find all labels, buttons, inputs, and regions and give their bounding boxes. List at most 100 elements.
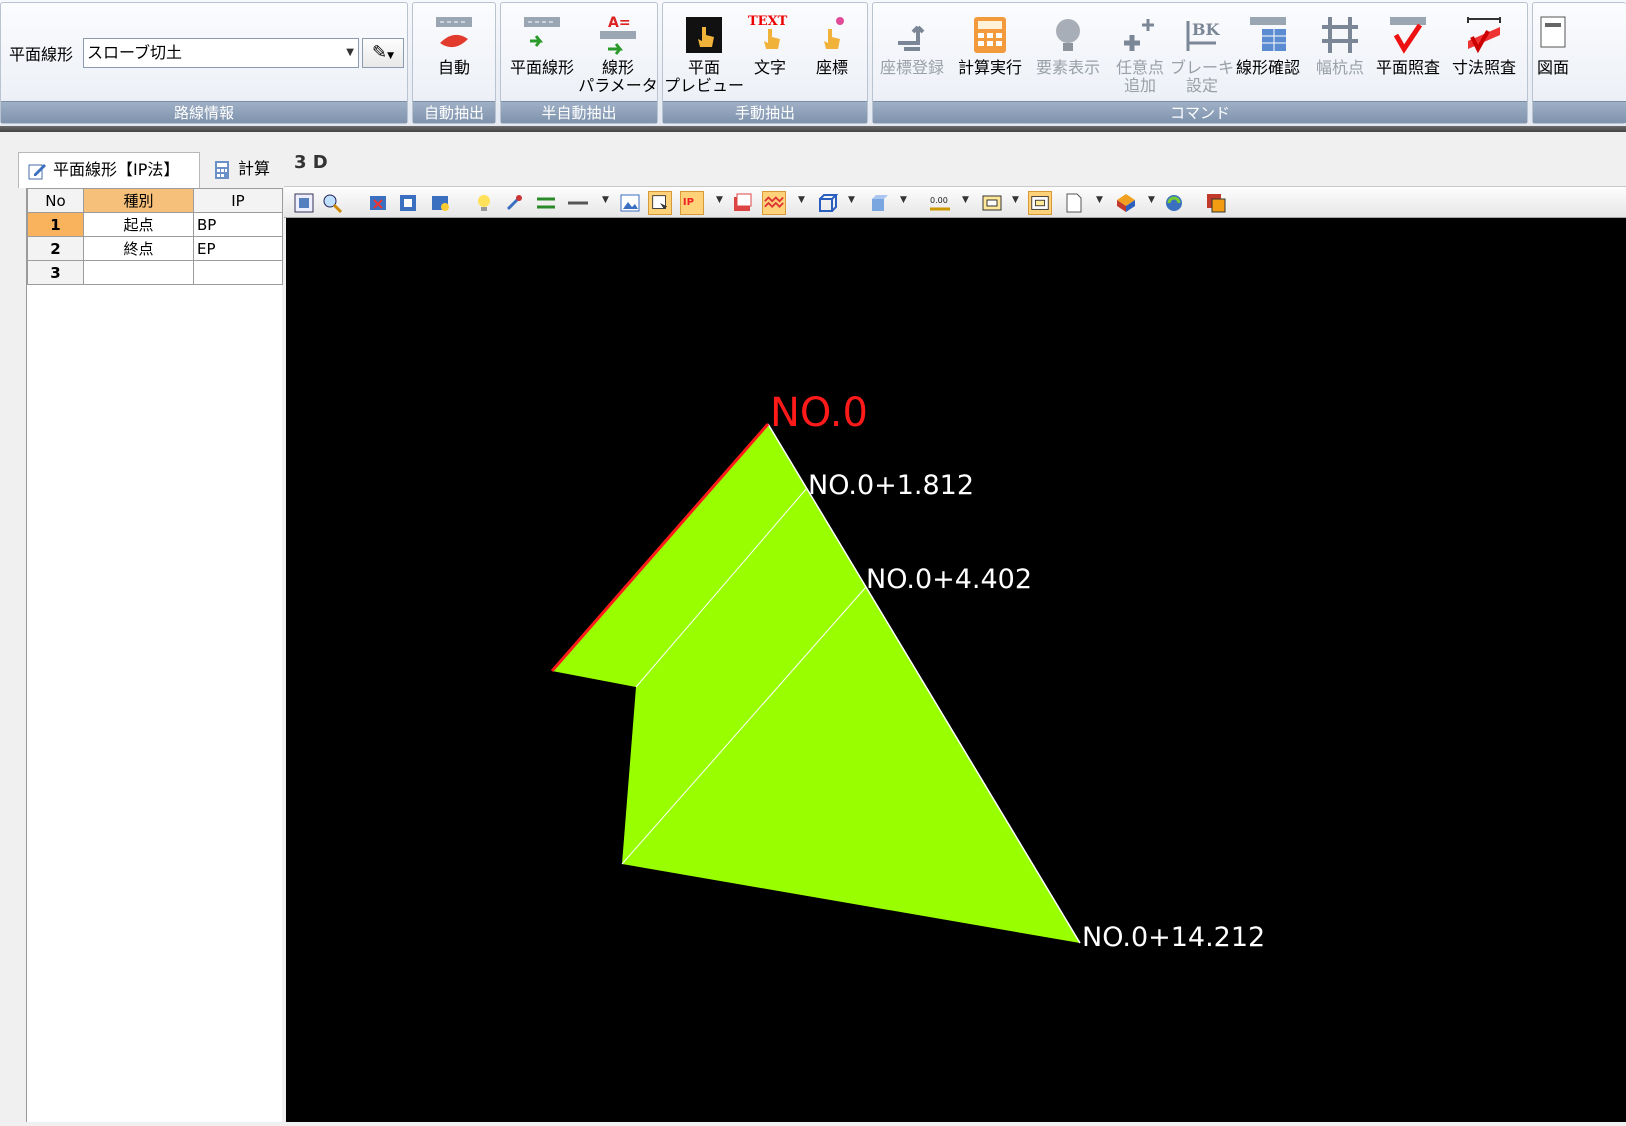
route-select[interactable]: スローブ切土 ▼ xyxy=(83,38,359,68)
row-no[interactable]: 2 xyxy=(27,236,84,261)
alignment-check-button[interactable]: 線形確認 xyxy=(1233,7,1303,99)
column-header-kind[interactable]: 種別 xyxy=(83,188,194,213)
plan-preview-button[interactable]: 平面 プレビュー xyxy=(664,7,744,99)
break-icon-label: BK xyxy=(1192,20,1221,39)
export-icon[interactable] xyxy=(1204,191,1228,215)
group-label: コマンド xyxy=(873,101,1527,123)
plan-check-button[interactable]: 平面照査 xyxy=(1373,7,1443,99)
text-button[interactable]: TEXT 文字 xyxy=(735,7,805,99)
row-kind[interactable]: 起点 xyxy=(83,212,194,237)
calculator-icon xyxy=(974,17,1006,53)
slope-surface xyxy=(552,424,1080,943)
render-icon[interactable] xyxy=(1114,191,1138,215)
pencil-icon: ✎ xyxy=(371,42,388,63)
edit-pen-button[interactable]: ✎▼ xyxy=(362,38,404,68)
ip-table: No 種別 IP 1 起点 BP 2 終点 EP 3 xyxy=(27,188,283,285)
layer-view-icon[interactable] xyxy=(648,191,672,215)
chevron-down-icon[interactable]: ▼ xyxy=(716,195,723,205)
break-icon: BK xyxy=(1186,20,1221,51)
wave-icon[interactable] xyxy=(762,191,786,215)
drawing-icon xyxy=(1540,16,1566,48)
line-style-icon[interactable] xyxy=(566,191,590,215)
chevron-down-icon[interactable]: ▼ xyxy=(602,195,609,205)
plan-alignment-label: 平面線形 xyxy=(509,58,574,77)
frame-icon[interactable] xyxy=(980,191,1004,215)
measure-icon[interactable]: 0.00 xyxy=(928,191,952,215)
column-header-ip[interactable]: IP xyxy=(193,188,283,213)
slope-surface-drawing: NO.0 NO.0+1.812 NO.0+4.402 NO.0+14.212 xyxy=(550,390,1265,953)
lightbulb-icon[interactable] xyxy=(472,191,496,215)
chevron-down-icon[interactable]: ▼ xyxy=(798,195,805,205)
cube-icon[interactable] xyxy=(814,191,839,215)
document-icon[interactable] xyxy=(1062,191,1086,215)
tab-plan-ip[interactable]: 平面線形【IP法】 xyxy=(18,152,200,188)
group-label: 手動抽出 xyxy=(663,101,867,123)
chevron-down-icon[interactable]: ▼ xyxy=(962,195,969,205)
station-label: NO.0+14.212 xyxy=(1082,922,1265,953)
auto-button[interactable]: 自動 xyxy=(419,7,489,99)
chevron-down-icon[interactable]: ▼ xyxy=(1096,195,1103,205)
window-icon[interactable] xyxy=(396,191,420,215)
row-ip[interactable]: EP xyxy=(193,236,283,261)
ribbon-divider xyxy=(0,126,1626,132)
row-ip[interactable] xyxy=(193,260,283,285)
ip-display-icon[interactable]: IP xyxy=(680,191,704,215)
svg-text:A=: A= xyxy=(608,15,631,31)
select-icon[interactable] xyxy=(428,191,452,215)
align-icon[interactable] xyxy=(534,191,558,215)
table-row[interactable]: 3 xyxy=(27,260,283,285)
alignment-check-label: 線形確認 xyxy=(1235,58,1300,77)
calc-run-button[interactable]: 計算実行 xyxy=(955,7,1025,99)
edit-icon xyxy=(28,164,46,180)
table-row[interactable]: 1 起点 BP xyxy=(27,212,283,237)
column-header-no[interactable]: No xyxy=(27,188,84,213)
group-label: 自動抽出 xyxy=(413,101,495,123)
chevron-down-icon[interactable]: ▼ xyxy=(1012,195,1019,205)
break-setting-button[interactable]: BK ブレーキ 設定 xyxy=(1167,7,1237,99)
zoom-icon[interactable] xyxy=(320,191,344,215)
calculator-icon xyxy=(215,161,229,179)
add-point-icon xyxy=(1124,19,1154,51)
alignment-check-icon xyxy=(1250,17,1286,51)
sync-icon[interactable] xyxy=(1162,191,1186,215)
frame-select-icon[interactable] xyxy=(1028,191,1052,215)
station-label: NO.0+1.812 xyxy=(808,470,974,501)
coord-register-button[interactable]: 座標登録 xyxy=(877,7,947,99)
coords-button[interactable]: 座標 xyxy=(797,7,867,99)
image-icon[interactable] xyxy=(618,191,642,215)
row-ip[interactable]: BP xyxy=(193,212,283,237)
plan-check-label: 平面照査 xyxy=(1375,58,1440,77)
element-display-button[interactable]: 要素表示 xyxy=(1033,7,1103,99)
plan-alignment-icon xyxy=(524,17,560,47)
chevron-down-icon[interactable]: ▼ xyxy=(848,195,855,205)
tab-calc[interactable]: 計算 xyxy=(204,152,282,188)
tools-icon[interactable] xyxy=(502,191,526,215)
table-row[interactable]: 2 終点 EP xyxy=(27,236,283,261)
svg-text:IP: IP xyxy=(683,197,694,208)
chevron-down-icon[interactable]: ▼ xyxy=(1148,195,1155,205)
chevron-down-icon[interactable]: ▼ xyxy=(900,195,907,205)
auto-label: 自動 xyxy=(437,58,470,77)
plan-alignment-button[interactable]: 平面線形 xyxy=(507,7,577,99)
drawing-button[interactable]: 図面 xyxy=(1537,7,1577,99)
row-no[interactable]: 3 xyxy=(27,260,84,285)
tab-plan-ip-label: 平面線形【IP法】 xyxy=(53,160,180,179)
chevron-down-icon[interactable]: ▼ xyxy=(346,39,354,67)
view-3d-canvas[interactable]: NO.0 NO.0+1.812 NO.0+4.402 NO.0+14.212 xyxy=(286,218,1626,1122)
drawing-label: 図面 xyxy=(1537,58,1570,77)
group-auto-extract: 自動 自動抽出 xyxy=(412,2,496,124)
row-kind[interactable]: 終点 xyxy=(83,236,194,261)
fit-view-icon[interactable] xyxy=(292,191,316,215)
delete-icon[interactable] xyxy=(366,191,390,215)
row-no[interactable]: 1 xyxy=(27,212,84,237)
cube-solid-icon[interactable] xyxy=(866,191,890,215)
alignment-params-button[interactable]: A= 線形 パラメータ xyxy=(578,7,658,99)
plan-check-icon xyxy=(1390,17,1426,54)
ip-stack-icon[interactable] xyxy=(730,191,754,215)
dim-check-button[interactable]: 寸法照査 xyxy=(1449,7,1519,99)
coord-register-label: 座標登録 xyxy=(879,58,944,77)
width-point-button[interactable]: 幅杭点 xyxy=(1305,7,1375,99)
group-label xyxy=(1533,101,1626,123)
alignment-params-icon: A= xyxy=(600,15,636,55)
row-kind[interactable] xyxy=(83,260,194,285)
